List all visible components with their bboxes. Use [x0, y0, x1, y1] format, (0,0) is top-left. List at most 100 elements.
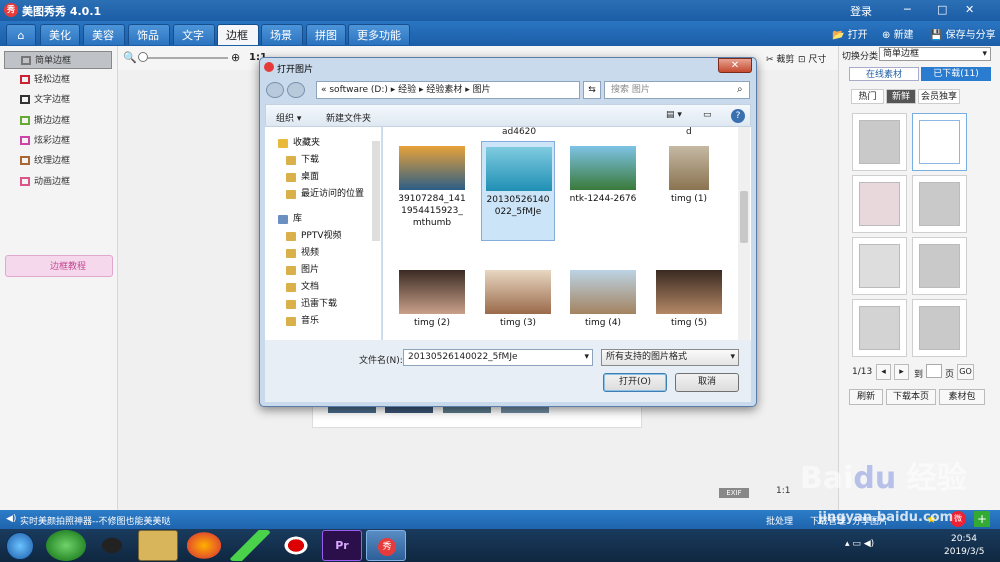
- firefox-icon[interactable]: [184, 530, 224, 561]
- tab-scene[interactable]: 场景: [261, 24, 303, 45]
- premiere-icon[interactable]: Pr: [322, 530, 362, 561]
- filetype-select[interactable]: 所有支持的图片格式 ▾: [601, 349, 739, 366]
- sidebar-item-easy-frame[interactable]: 轻松边框: [4, 71, 112, 89]
- sidebar-item-animated-frame[interactable]: 动画边框: [4, 173, 112, 191]
- resize-button[interactable]: ⊡ 尺寸: [798, 52, 826, 65]
- next-page-button[interactable]: ▸: [894, 364, 909, 380]
- frame-thumbnail[interactable]: [912, 237, 967, 295]
- qq-icon[interactable]: [92, 530, 132, 561]
- tab-beauty[interactable]: 美容: [83, 24, 125, 45]
- refresh-button[interactable]: 刷新: [849, 389, 883, 405]
- ratio-badge[interactable]: 1:1: [776, 486, 790, 496]
- nav-item[interactable]: 图片: [265, 263, 375, 278]
- tab-more-functions[interactable]: 更多功能 ▾: [348, 24, 410, 63]
- filter-hot[interactable]: 热门: [851, 89, 884, 104]
- refresh-icon[interactable]: ⇆: [583, 81, 601, 99]
- tray-icons[interactable]: ▴ ▭ ◀): [845, 539, 874, 549]
- status-promo-text[interactable]: 实时美颜拍照神器--不修图也能美美哒: [20, 514, 171, 527]
- sidebar-item-simple-frame[interactable]: 简单边框: [4, 51, 112, 69]
- cancel-button[interactable]: 取消: [675, 373, 739, 392]
- go-button[interactable]: GO: [957, 364, 974, 380]
- tab-downloaded[interactable]: 已下载(11): [921, 67, 991, 81]
- clock-date[interactable]: 2019/3/5: [944, 547, 984, 557]
- batch-process-button[interactable]: 批处理: [766, 514, 793, 527]
- search-input[interactable]: 搜索 图片: [604, 81, 750, 99]
- download-page-button[interactable]: 下载本页: [886, 389, 936, 405]
- organize-button[interactable]: 组织 ▾: [276, 111, 301, 124]
- file-item[interactable]: timg (2): [395, 265, 469, 337]
- nav-item[interactable]: 迅雷下载: [265, 297, 375, 312]
- file-item[interactable]: timg (1): [652, 141, 726, 241]
- prev-page-button[interactable]: ◂: [876, 364, 891, 380]
- minimize-button[interactable]: ─: [904, 3, 911, 16]
- zoom-slider[interactable]: [140, 57, 228, 59]
- sidebar-item-text-frame[interactable]: 文字边框: [4, 91, 112, 109]
- nav-item[interactable]: 下载: [265, 153, 375, 168]
- close-window-button[interactable]: ✕: [965, 3, 974, 16]
- frame-thumbnail[interactable]: [852, 237, 907, 295]
- new-folder-button[interactable]: 新建文件夹: [326, 111, 371, 124]
- address-bar[interactable]: « software (D:) ▸ 经验 ▸ 经验素材 ▸ 图片: [316, 81, 580, 99]
- new-button[interactable]: ⊕ 新建: [882, 26, 914, 41]
- page-number-input[interactable]: [926, 364, 942, 378]
- tab-online-materials[interactable]: 在线素材: [849, 67, 919, 81]
- add-icon[interactable]: +: [974, 511, 990, 527]
- open-button[interactable]: 📂 打开: [832, 26, 868, 41]
- back-button[interactable]: [266, 82, 284, 98]
- zoom-out-icon[interactable]: 🔍: [123, 51, 137, 64]
- filter-vip[interactable]: 会员独享: [918, 89, 960, 104]
- filter-new[interactable]: 新鲜: [886, 89, 916, 104]
- login-link[interactable]: 登录: [850, 3, 872, 19]
- home-tab[interactable]: ⌂: [6, 24, 36, 45]
- sidebar-item-torn-frame[interactable]: 撕边边框: [4, 112, 112, 130]
- nav-item[interactable]: 视频: [265, 246, 375, 261]
- preview-pane-icon[interactable]: ▭: [703, 110, 712, 120]
- frame-thumbnail[interactable]: [912, 175, 967, 233]
- sidebar-item-colorful-frame[interactable]: 炫彩边框: [4, 132, 112, 150]
- nav-item[interactable]: 音乐: [265, 314, 375, 329]
- sidebar-item-texture-frame[interactable]: 纹理边框: [4, 152, 112, 170]
- frame-thumbnail[interactable]: [852, 175, 907, 233]
- clock-time[interactable]: 20:54: [951, 534, 977, 544]
- record-icon[interactable]: [276, 530, 316, 561]
- file-item[interactable]: 39107284_1411954415923_mthumb: [395, 141, 469, 241]
- tab-accessories[interactable]: 饰品: [128, 24, 170, 45]
- frame-thumbnail[interactable]: [912, 113, 967, 171]
- material-pack-button[interactable]: 素材包: [939, 389, 985, 405]
- save-share-button[interactable]: 💾 保存与分享: [930, 26, 996, 41]
- frame-thumbnail[interactable]: [852, 299, 907, 357]
- tab-frame[interactable]: 边框: [217, 24, 259, 45]
- frame-thumbnail[interactable]: [912, 299, 967, 357]
- media-app-icon[interactable]: [230, 530, 270, 561]
- frame-tutorial-button[interactable]: 边框教程: [5, 255, 113, 277]
- filename-input[interactable]: 20130526140022_5fMJe ▾: [403, 349, 593, 366]
- meitu-taskbar-item[interactable]: 秀: [366, 530, 406, 561]
- nav-item[interactable]: 最近访问的位置: [265, 187, 375, 202]
- view-options-icon[interactable]: ▤ ▾: [666, 110, 682, 120]
- nav-item[interactable]: 文档: [265, 280, 375, 295]
- open-file-button[interactable]: 打开(O): [603, 373, 667, 392]
- exif-badge[interactable]: EXIF: [719, 488, 749, 498]
- help-icon[interactable]: ?: [731, 109, 745, 123]
- start-button[interactable]: [6, 532, 34, 560]
- frame-thumbnail[interactable]: [852, 113, 907, 171]
- file-item[interactable]: ntk-1244-2676: [566, 141, 640, 241]
- nav-item[interactable]: 桌面: [265, 170, 375, 185]
- folder-icon[interactable]: [138, 530, 178, 561]
- crop-button[interactable]: ✂ 裁剪: [766, 52, 794, 65]
- zoom-in-icon[interactable]: ⊕: [231, 51, 240, 64]
- tab-collage[interactable]: 拼图: [306, 24, 346, 45]
- maximize-button[interactable]: □: [937, 3, 947, 16]
- nav-item[interactable]: PPTV视频: [265, 229, 375, 244]
- file-item[interactable]: timg (5): [652, 265, 726, 337]
- category-select[interactable]: 简单边框 ▾: [879, 47, 991, 61]
- zoom-slider-handle[interactable]: [138, 52, 148, 62]
- tab-text[interactable]: 文字: [173, 24, 215, 45]
- taskbar-app-icon[interactable]: [46, 530, 86, 561]
- forward-button[interactable]: [287, 82, 305, 98]
- tab-beautify[interactable]: 美化: [40, 24, 80, 45]
- file-item[interactable]: timg (3): [481, 265, 555, 337]
- file-item[interactable]: 20130526140022_5fMJe: [481, 141, 555, 241]
- nav-item[interactable]: 收藏夹: [265, 136, 375, 151]
- nav-item[interactable]: 库: [265, 212, 375, 227]
